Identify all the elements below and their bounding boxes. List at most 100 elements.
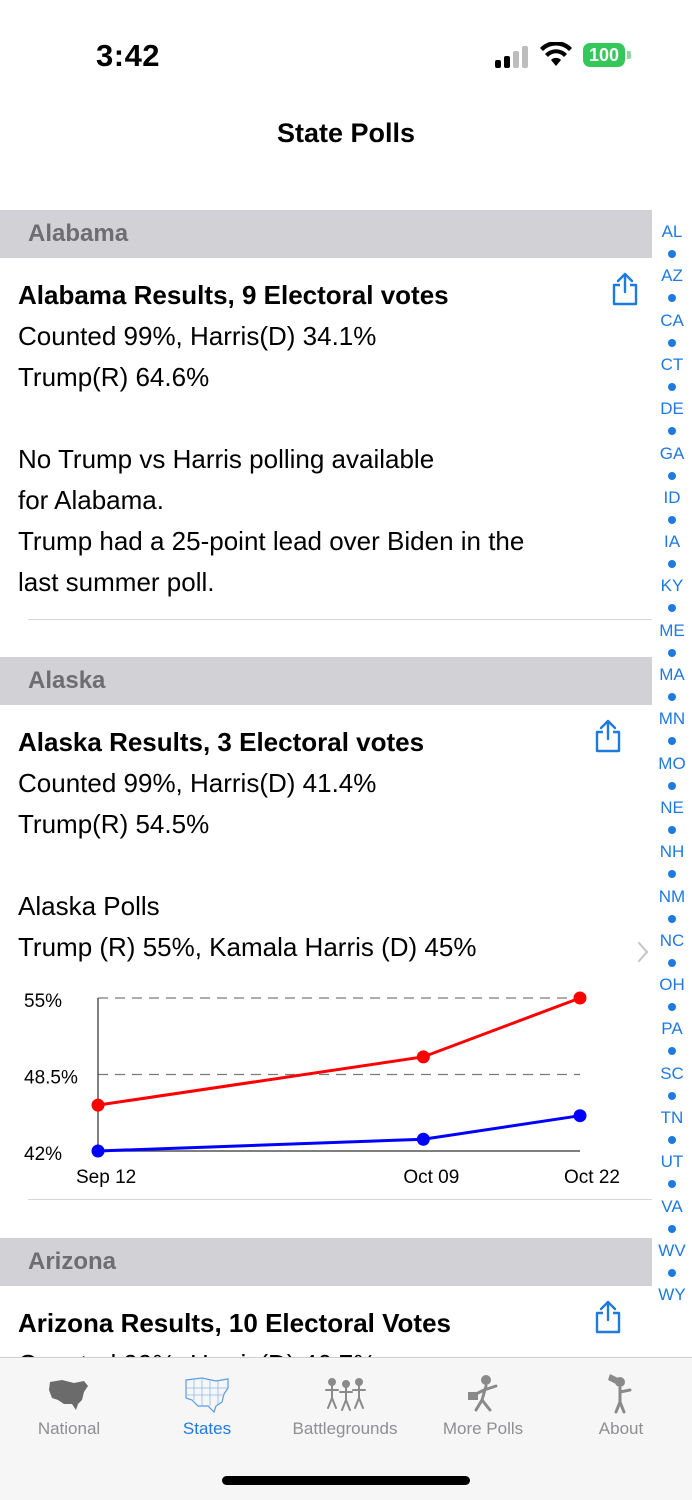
index-dot bbox=[668, 1047, 676, 1056]
home-indicator bbox=[222, 1476, 470, 1485]
index-letter-sc[interactable]: SC bbox=[654, 1064, 690, 1084]
index-dot bbox=[668, 250, 676, 258]
index-letter-ct[interactable]: CT bbox=[654, 355, 690, 375]
tab-about[interactable]: About bbox=[552, 1358, 690, 1448]
row-separator bbox=[28, 619, 652, 620]
index-letter-mn[interactable]: MN bbox=[654, 709, 690, 729]
index-letter-wy[interactable]: WY bbox=[654, 1285, 690, 1305]
arizona-counted-line: Counted 99%, Harris(D) 46.7% bbox=[18, 1344, 376, 1357]
index-dot bbox=[668, 693, 676, 701]
index-letter-nm[interactable]: NM bbox=[654, 887, 690, 907]
index-letter-va[interactable]: VA bbox=[654, 1197, 690, 1217]
index-letter-ut[interactable]: UT bbox=[654, 1152, 690, 1172]
us-map-icon bbox=[49, 1380, 88, 1410]
battery-icon: 100 bbox=[583, 43, 625, 67]
index-dot bbox=[668, 914, 676, 923]
index-letter-az[interactable]: AZ bbox=[654, 266, 690, 286]
chevron-right-icon[interactable] bbox=[636, 940, 650, 964]
index-letter-nh[interactable]: NH bbox=[654, 842, 690, 862]
alaska-poll-chart: 55% 48.5% 42% Sep 12 Oct 09 Oct 22 bbox=[24, 991, 620, 1188]
index-letter-al[interactable]: AL bbox=[654, 222, 690, 242]
index-letter-de[interactable]: DE bbox=[654, 399, 690, 419]
x-tick-label: Oct 09 bbox=[403, 1167, 459, 1188]
tab-label: National bbox=[37, 1419, 101, 1438]
index-dot bbox=[668, 427, 676, 436]
index-letter-ca[interactable]: CA bbox=[654, 311, 690, 331]
tab-battlegrounds[interactable]: Battlegrounds bbox=[276, 1358, 414, 1448]
tab-label: Battlegrounds bbox=[292, 1419, 398, 1438]
tab-national[interactable]: National bbox=[0, 1358, 138, 1448]
section-header-alabama: Alabama bbox=[0, 210, 652, 258]
section-index-bar[interactable]: AL AZ CA CT DE GA ID IA KY ME MA MN MO NE NH NM NC OH PA SC… bbox=[654, 222, 690, 1312]
index-letter-ia[interactable]: IA bbox=[654, 532, 690, 552]
x-tick-label: Oct 22 bbox=[564, 1167, 620, 1188]
data-point bbox=[416, 1132, 430, 1146]
pollster-figure-icon bbox=[468, 1375, 498, 1412]
arizona-results-title: Arizona Results, 10 Electoral Votes bbox=[18, 1308, 451, 1338]
share-icon[interactable] bbox=[593, 719, 623, 753]
alabama-trump-line: Trump(R) 64.6% bbox=[18, 362, 210, 392]
index-letter-wv[interactable]: WV bbox=[654, 1241, 690, 1261]
index-letter-mo[interactable]: MO bbox=[654, 754, 690, 774]
index-letter-me[interactable]: ME bbox=[654, 621, 690, 641]
states-map-icon bbox=[185, 1377, 229, 1414]
alabama-poll-note: No Trump vs Harris polling available bbox=[18, 444, 435, 474]
index-letter-oh[interactable]: OH bbox=[654, 975, 690, 995]
data-point bbox=[91, 1144, 105, 1158]
index-dot bbox=[668, 958, 676, 967]
page-title: State Polls bbox=[276, 118, 416, 148]
alaska-trump-line: Trump(R) 54.5% bbox=[18, 809, 210, 839]
y-tick-label: 55% bbox=[24, 991, 62, 1012]
index-letter-ga[interactable]: GA bbox=[654, 444, 690, 464]
index-dot bbox=[668, 1003, 676, 1012]
index-dot bbox=[668, 1180, 676, 1189]
index-letter-ky[interactable]: KY bbox=[654, 576, 690, 596]
status-time: 3:42 bbox=[96, 38, 161, 73]
x-tick-label: Sep 12 bbox=[76, 1167, 136, 1188]
cellular-signal-icon bbox=[495, 44, 529, 68]
index-letter-ne[interactable]: NE bbox=[654, 798, 690, 818]
index-letter-tn[interactable]: TN bbox=[654, 1108, 690, 1128]
index-dot bbox=[668, 870, 676, 879]
section-header-arizona: Arizona bbox=[0, 1238, 652, 1286]
data-point bbox=[91, 1098, 105, 1112]
index-letter-nc[interactable]: NC bbox=[654, 931, 690, 951]
tab-states[interactable]: States bbox=[138, 1358, 276, 1448]
series-line bbox=[97, 996, 581, 1107]
battleground-figures-icon bbox=[325, 1378, 366, 1411]
alabama-poll-note: for Alabama. bbox=[18, 485, 164, 515]
index-dot bbox=[668, 560, 676, 569]
section-header-alaska: Alaska bbox=[0, 657, 652, 705]
state-polls-list[interactable]: Alabama Alabama Results, 9 Electoral vot… bbox=[0, 210, 652, 1357]
data-point bbox=[573, 1109, 587, 1123]
index-dot bbox=[668, 338, 676, 347]
index-dot bbox=[668, 604, 676, 613]
index-dot bbox=[668, 648, 676, 657]
index-dot bbox=[668, 471, 676, 480]
y-tick-label: 48.5% bbox=[24, 1068, 78, 1089]
index-dot bbox=[668, 515, 676, 524]
series-line bbox=[97, 1114, 581, 1153]
index-dot bbox=[668, 294, 676, 303]
share-icon[interactable] bbox=[610, 272, 640, 306]
status-bar: 3:42 100 bbox=[0, 0, 692, 110]
alaska-counted-line: Counted 99%, Harris(D) 41.4% bbox=[18, 768, 377, 798]
index-dot bbox=[668, 1091, 676, 1100]
alaska-results-title: Alaska Results, 3 Electoral votes bbox=[18, 727, 425, 757]
share-icon[interactable] bbox=[593, 1300, 623, 1334]
index-letter-ma[interactable]: MA bbox=[654, 665, 690, 685]
alaska-polls-label: Alaska Polls bbox=[18, 891, 160, 921]
index-dot bbox=[668, 1268, 676, 1277]
alabama-counted-line: Counted 99%, Harris(D) 34.1% bbox=[18, 321, 377, 351]
data-point bbox=[573, 991, 587, 1005]
index-letter-id[interactable]: ID bbox=[654, 488, 690, 508]
data-point bbox=[416, 1050, 430, 1064]
alabama-poll-note: last summer poll. bbox=[18, 567, 215, 597]
alabama-results-title: Alabama Results, 9 Electoral votes bbox=[18, 280, 449, 310]
index-dot bbox=[668, 1136, 676, 1144]
tab-label: More Polls bbox=[442, 1419, 524, 1438]
index-letter-pa[interactable]: PA bbox=[654, 1019, 690, 1039]
y-tick-label: 42% bbox=[24, 1144, 62, 1165]
tab-more-polls[interactable]: More Polls bbox=[414, 1358, 552, 1448]
index-dot bbox=[668, 825, 676, 834]
